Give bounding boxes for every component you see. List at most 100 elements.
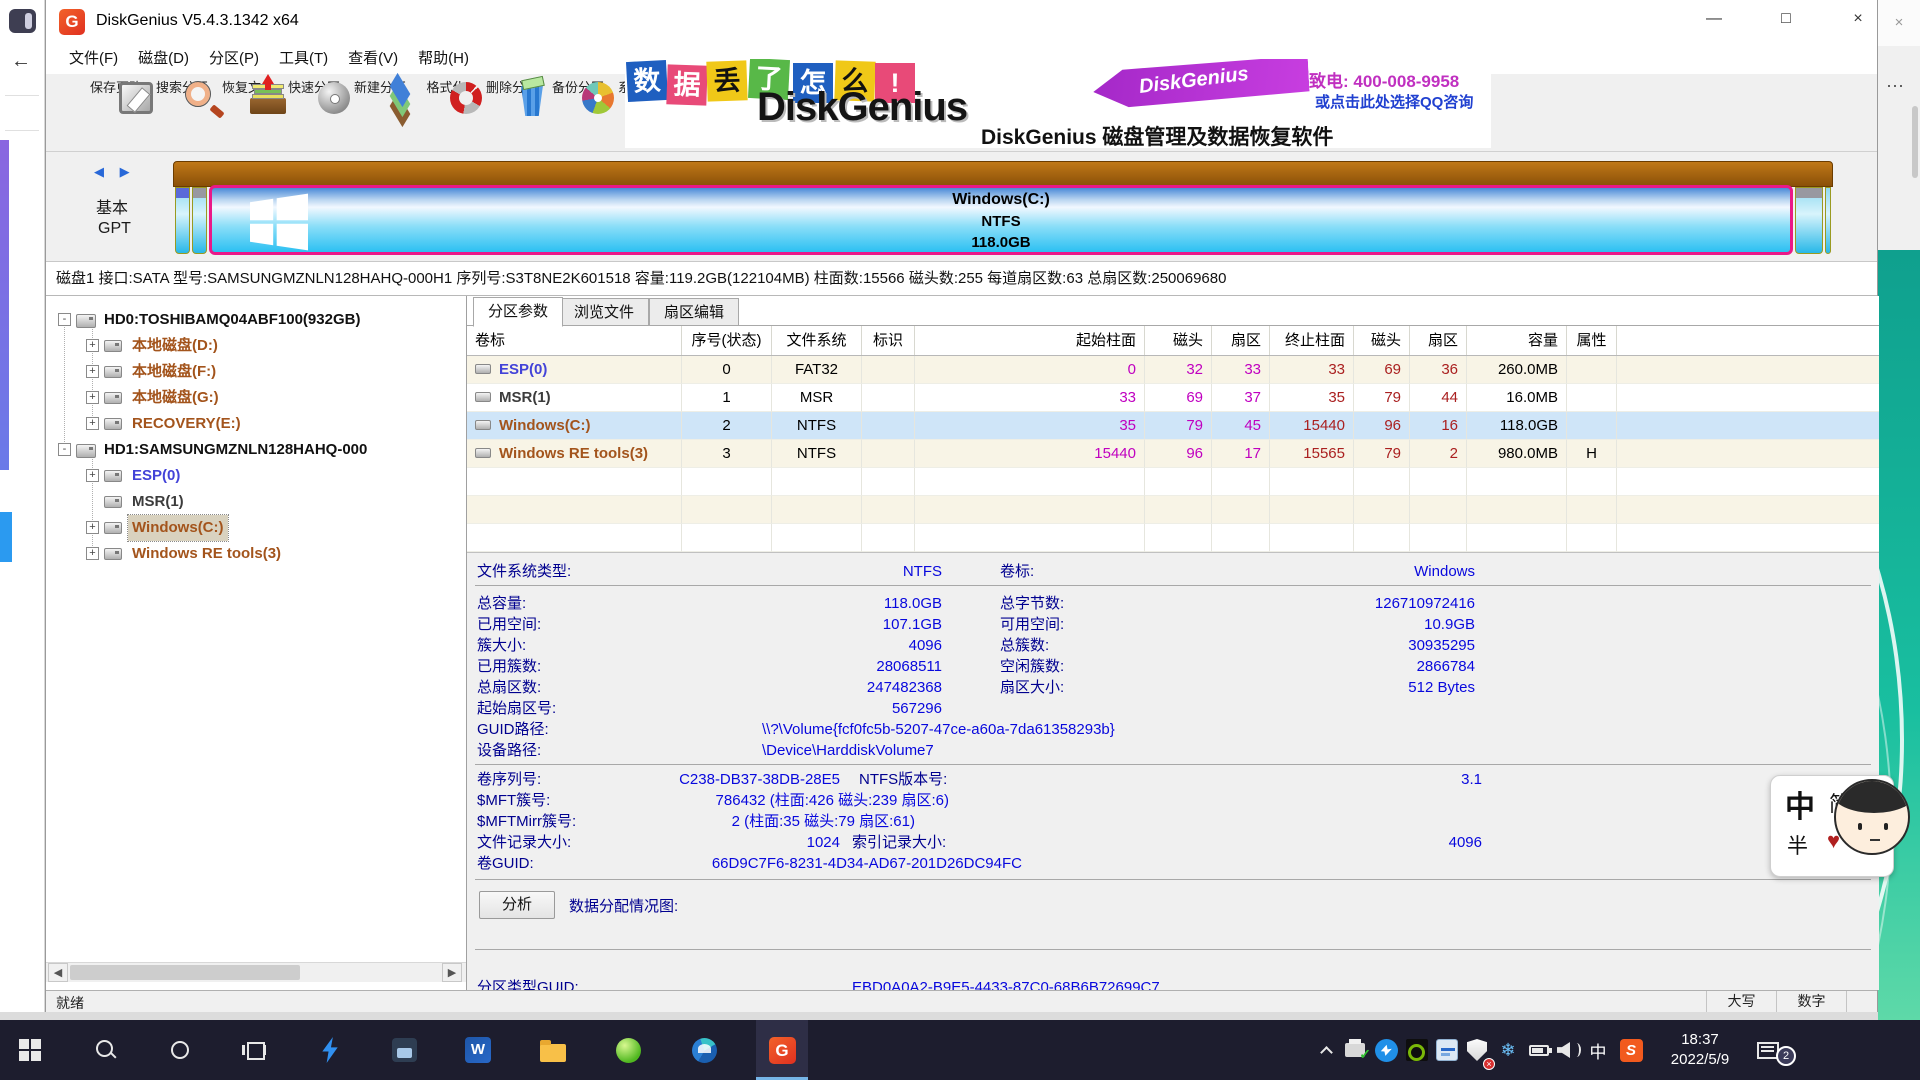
close-button[interactable]: × (1835, 0, 1881, 38)
scroll-right-arrow[interactable]: ▶ (442, 963, 462, 982)
format-button[interactable]: 格式化 (413, 76, 479, 150)
tree-item-recovery-e[interactable]: + RECOVERY(E:) (46, 411, 466, 437)
re-tools-partition-block[interactable] (1795, 187, 1823, 254)
scrollbar-thumb[interactable] (70, 965, 300, 980)
menu-disk[interactable]: 磁盘(D) (128, 46, 199, 72)
tray-volume[interactable] (1553, 1020, 1585, 1080)
save-changes-button[interactable]: 保存更改 (83, 76, 149, 150)
maximize-button[interactable]: □ (1763, 0, 1809, 38)
tree-item-hd0[interactable]: - HD0:TOSHIBAMQ04ABF100(932GB) (46, 307, 466, 333)
cortana-button[interactable] (154, 1020, 206, 1080)
quick-partition-button[interactable]: 快速分区 (281, 76, 347, 150)
task-view-button[interactable] (228, 1020, 280, 1080)
tray-sogou[interactable]: S (1615, 1020, 1647, 1080)
scrollbar-thumb[interactable] (1912, 106, 1918, 178)
word-app-button[interactable]: W (452, 1020, 504, 1080)
tab-sector-edit[interactable]: 扇区编辑 (649, 298, 739, 326)
windows-logo-icon (19, 1039, 41, 1061)
tray-messenger[interactable] (1370, 1020, 1402, 1080)
esp-partition-block[interactable] (175, 187, 190, 254)
tray-printer[interactable]: ✓ (1339, 1020, 1371, 1080)
taskbar-clock[interactable]: 18:37 2022/5/9 (1652, 1030, 1748, 1070)
edge-icon (692, 1038, 717, 1063)
search-partition-button[interactable]: 搜索分区 (149, 76, 215, 150)
speaker-icon (1557, 1040, 1581, 1060)
ime-mascot-avatar[interactable] (1834, 779, 1910, 855)
scroll-left-arrow[interactable]: ◀ (48, 963, 68, 982)
expander-icon[interactable]: + (86, 547, 99, 560)
table-row-msr[interactable]: MSR(1) 1 MSR 33 69 37 35 79 44 16.0MB (467, 384, 1879, 412)
edge-button[interactable] (678, 1020, 730, 1080)
expander-icon[interactable]: + (86, 391, 99, 404)
menu-partition[interactable]: 分区(P) (199, 46, 269, 72)
detail-row: 卷GUID:66D9C7F6-8231-4D34-AD67-201D26DC94… (467, 853, 1879, 874)
tree-item-hd1[interactable]: - HD1:SAMSUNGMZNLN128HAHQ-000 (46, 437, 466, 463)
tray-defender[interactable]: × (1461, 1020, 1493, 1080)
tray-power[interactable] (1523, 1020, 1555, 1080)
msr-partition-block[interactable] (192, 187, 207, 254)
new-partition-button[interactable]: 新建分区 (347, 76, 413, 150)
minimize-button[interactable]: — (1691, 0, 1737, 38)
tray-nvidia[interactable] (1401, 1020, 1433, 1080)
tray-expand-button[interactable] (1310, 1020, 1342, 1080)
expander-icon[interactable]: + (86, 521, 99, 534)
tray-intel-graphics[interactable] (1431, 1020, 1463, 1080)
expander-icon[interactable]: + (86, 417, 99, 430)
banner-qq-link[interactable]: 或点击此处选择QQ咨询 (1315, 91, 1473, 112)
partition-icon (104, 470, 122, 482)
expander-icon[interactable]: + (86, 339, 99, 352)
menu-tools[interactable]: 工具(T) (269, 46, 338, 72)
tree-item-local-g[interactable]: + 本地磁盘(G:) (46, 385, 466, 411)
menu-view[interactable]: 查看(V) (338, 46, 408, 72)
bird-icon (1375, 1039, 1398, 1062)
table-row-windows-re[interactable]: Windows RE tools(3) 3 NTFS 15440 96 17 1… (467, 440, 1879, 468)
diskgenius-window: G DiskGenius V5.4.3.1342 x64 — □ × 文件(F)… (45, 0, 1878, 1012)
taskbar-search-button[interactable] (80, 1020, 132, 1080)
tab-browse-files[interactable]: 浏览文件 (559, 298, 649, 326)
ime-halfwidth[interactable]: 半 (1787, 830, 1808, 860)
disk-nav-arrows[interactable]: ◀ ▶ (94, 164, 136, 180)
status-ready: 就绪 (56, 993, 84, 1013)
analyze-button[interactable]: 分析 (479, 891, 555, 919)
nvidia-icon (1406, 1039, 1428, 1061)
windows-c-partition-block[interactable]: Windows(C:) NTFS 118.0GB (209, 185, 1793, 255)
sidebar-toggle-icon[interactable] (9, 9, 36, 33)
back-arrow-icon[interactable]: ← (11, 50, 31, 73)
tree-item-msr[interactable]: MSR(1) (46, 489, 466, 515)
bag-app-icon (392, 1038, 417, 1062)
ad-banner[interactable]: 数 据 丢 了 怎 么 ! DiskGenius DiskGenius 磁盘管理… (625, 59, 1491, 148)
tree-horizontal-scrollbar: ◀ ▶ (46, 962, 466, 982)
detail-row: 设备路径:\Device\HarddiskVolume7 (467, 740, 1879, 761)
lightning-app-icon (318, 1037, 342, 1063)
tree-item-local-f[interactable]: + 本地磁盘(F:) (46, 359, 466, 385)
tray-snowflake-app[interactable]: ❄ (1492, 1020, 1524, 1080)
tab-partition-params[interactable]: 分区参数 (473, 297, 563, 327)
tray-ime-mode[interactable]: 中 (1582, 1020, 1614, 1080)
disk-style-basic: 基本 (96, 194, 128, 218)
ime-mode-chinese[interactable]: 中 (1785, 782, 1815, 826)
expander-icon[interactable]: + (86, 365, 99, 378)
partition-scroll-nub[interactable] (1825, 187, 1831, 254)
tree-item-windows-c[interactable]: + Windows(C:) (46, 515, 466, 541)
menu-help[interactable]: 帮助(H) (408, 46, 479, 72)
tree-item-windows-re[interactable]: + Windows RE tools(3) (46, 541, 466, 567)
pinned-app-1[interactable] (304, 1020, 356, 1080)
diskgenius-taskbar-button[interactable]: G (756, 1020, 808, 1080)
pinned-app-2[interactable] (378, 1020, 430, 1080)
expander-icon[interactable]: - (58, 443, 71, 456)
table-row-esp[interactable]: ESP(0) 0 FAT32 0 32 33 33 69 36 260.0MB (467, 356, 1879, 384)
expander-icon[interactable]: + (86, 469, 99, 482)
expander-icon[interactable]: - (58, 313, 71, 326)
delete-partition-button[interactable]: 删除分区 (479, 76, 545, 150)
file-explorer-button[interactable] (527, 1020, 579, 1080)
detail-row: 文件记录大小:1024 索引记录大小:4096 (467, 832, 1879, 853)
menu-file[interactable]: 文件(F) (59, 46, 128, 72)
browser-app-button[interactable] (602, 1020, 654, 1080)
recover-files-button[interactable]: 恢复文件 (215, 76, 281, 150)
start-button[interactable] (4, 1020, 56, 1080)
tree-item-local-d[interactable]: + 本地磁盘(D:) (46, 333, 466, 359)
table-row-windows-c-selected[interactable]: Windows(C:) 2 NTFS 35 79 45 15440 96 16 … (467, 412, 1879, 440)
backup-partition-button[interactable]: 备份分区 (545, 76, 611, 150)
tree-item-esp[interactable]: + ESP(0) (46, 463, 466, 489)
banner-tile: 数 (626, 60, 668, 102)
